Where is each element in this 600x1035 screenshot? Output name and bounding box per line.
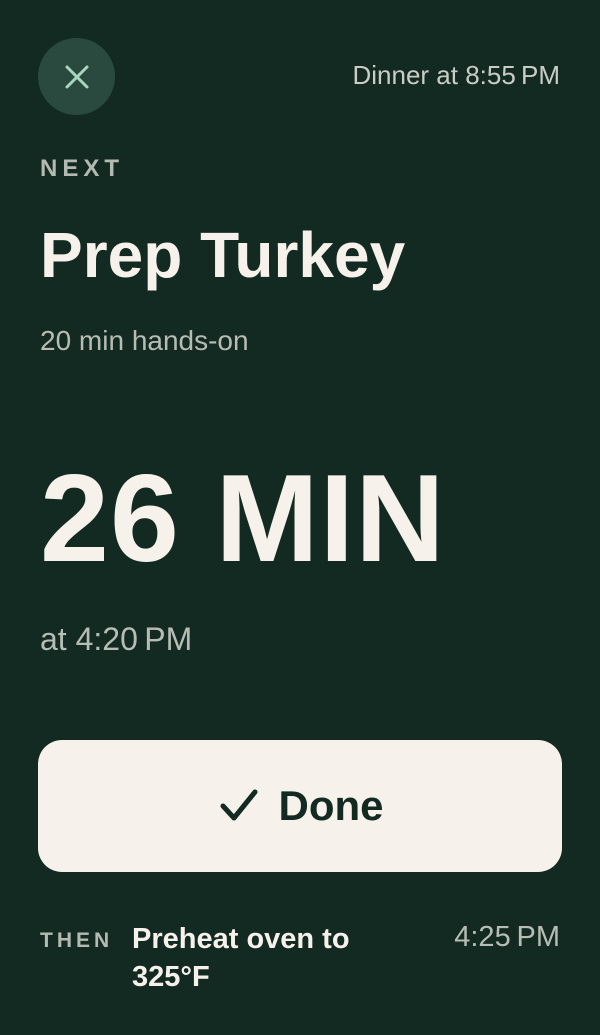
checkmark-icon xyxy=(220,789,257,821)
task-title: Prep Turkey xyxy=(40,219,406,291)
dinner-time: Dinner at 8:55 PM xyxy=(352,60,560,90)
close-icon xyxy=(65,65,88,88)
done-button-label: Done xyxy=(278,782,384,829)
upcoming-task: Preheat oven to 325°F xyxy=(132,923,350,993)
done-button[interactable]: Done xyxy=(38,740,562,872)
countdown-timer: 26 MIN xyxy=(40,450,446,588)
upcoming-time: 4:25 PM xyxy=(454,921,560,953)
next-label: NEXT xyxy=(40,155,125,182)
then-label: THEN xyxy=(40,929,114,952)
close-button[interactable] xyxy=(38,38,115,115)
scheduled-time: at 4:20 PM xyxy=(40,621,193,657)
hands-on-duration: 20 min hands-on xyxy=(40,325,249,356)
